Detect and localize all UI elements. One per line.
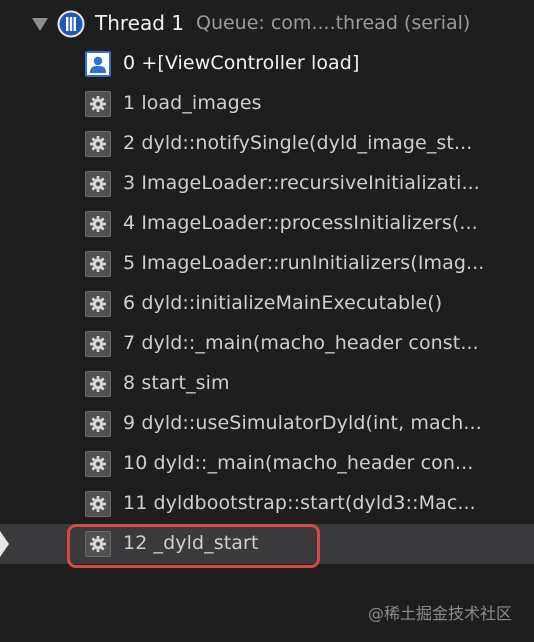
stack-frame-row[interactable]: 1 load_images xyxy=(0,84,534,124)
stack-frame-label: 11 dyldbootstrap::start(dyld3::Mac... xyxy=(123,492,476,514)
gear-icon xyxy=(85,131,111,157)
gear-icon xyxy=(85,171,111,197)
stack-frame-row[interactable]: 9 dyld::useSimulatorDyld(int, mach... xyxy=(0,404,534,444)
gear-icon xyxy=(85,451,111,477)
gear-icon xyxy=(85,491,111,517)
gear-icon xyxy=(85,91,111,117)
stack-frame-label: 0 +[ViewController load] xyxy=(123,52,360,74)
stack-frame-row[interactable]: 4 ImageLoader::processInitializers(... xyxy=(0,204,534,244)
stack-frame-row[interactable]: 6 dyld::initializeMainExecutable() xyxy=(0,284,534,324)
user-icon xyxy=(85,51,111,77)
stack-frame-row[interactable]: 7 dyld::_main(macho_header const... xyxy=(0,324,534,364)
thread-title: Thread 1 xyxy=(95,11,185,35)
stack-frame-label: 7 dyld::_main(macho_header const... xyxy=(123,332,479,354)
stack-frame-row[interactable]: 5 ImageLoader::runInitializers(Imag... xyxy=(0,244,534,284)
stack-frame-row[interactable]: 0 +[ViewController load] xyxy=(0,44,534,84)
stack-frame-label: 2 dyld::notifySingle(dyld_image_st... xyxy=(123,132,473,154)
stack-frame-label: 5 ImageLoader::runInitializers(Imag... xyxy=(123,252,485,274)
stack-frame-label: 8 start_sim xyxy=(123,372,230,394)
stack-frame-label: 3 ImageLoader::recursiveInitializati... xyxy=(123,172,480,194)
stack-frame-row[interactable]: 8 start_sim xyxy=(0,364,534,404)
stack-frame-label: 9 dyld::useSimulatorDyld(int, mach... xyxy=(123,412,482,434)
gear-icon xyxy=(85,331,111,357)
gear-icon xyxy=(85,251,111,277)
gear-icon xyxy=(85,211,111,237)
stack-frame-row[interactable]: 10 dyld::_main(macho_header con... xyxy=(0,444,534,484)
stack-frame-label: 4 ImageLoader::processInitializers(... xyxy=(123,212,478,234)
stack-frame-label: 10 dyld::_main(macho_header con... xyxy=(123,452,474,474)
gear-icon xyxy=(85,371,111,397)
highlight-annotation-box xyxy=(67,524,320,568)
thread-queue-label: Queue: com....thread (serial) xyxy=(196,12,471,34)
gear-icon xyxy=(85,411,111,437)
stack-frame-label: 6 dyld::initializeMainExecutable() xyxy=(123,292,443,314)
watermark: @稀土掘金技术社区 xyxy=(367,604,512,623)
disclosure-triangle-icon[interactable] xyxy=(32,18,48,31)
thread-row[interactable]: Thread 1 Queue: com....thread (serial) xyxy=(0,6,534,42)
current-frame-marker-icon xyxy=(0,531,9,557)
stack-frame-row[interactable]: 11 dyldbootstrap::start(dyld3::Mac... xyxy=(0,484,534,524)
thread-icon xyxy=(57,10,85,38)
stack-frame-row[interactable]: 2 dyld::notifySingle(dyld_image_st... xyxy=(0,124,534,164)
gear-icon xyxy=(85,291,111,317)
stack-frame-row[interactable]: 3 ImageLoader::recursiveInitializati... xyxy=(0,164,534,204)
stack-frame-label: 1 load_images xyxy=(123,92,262,114)
